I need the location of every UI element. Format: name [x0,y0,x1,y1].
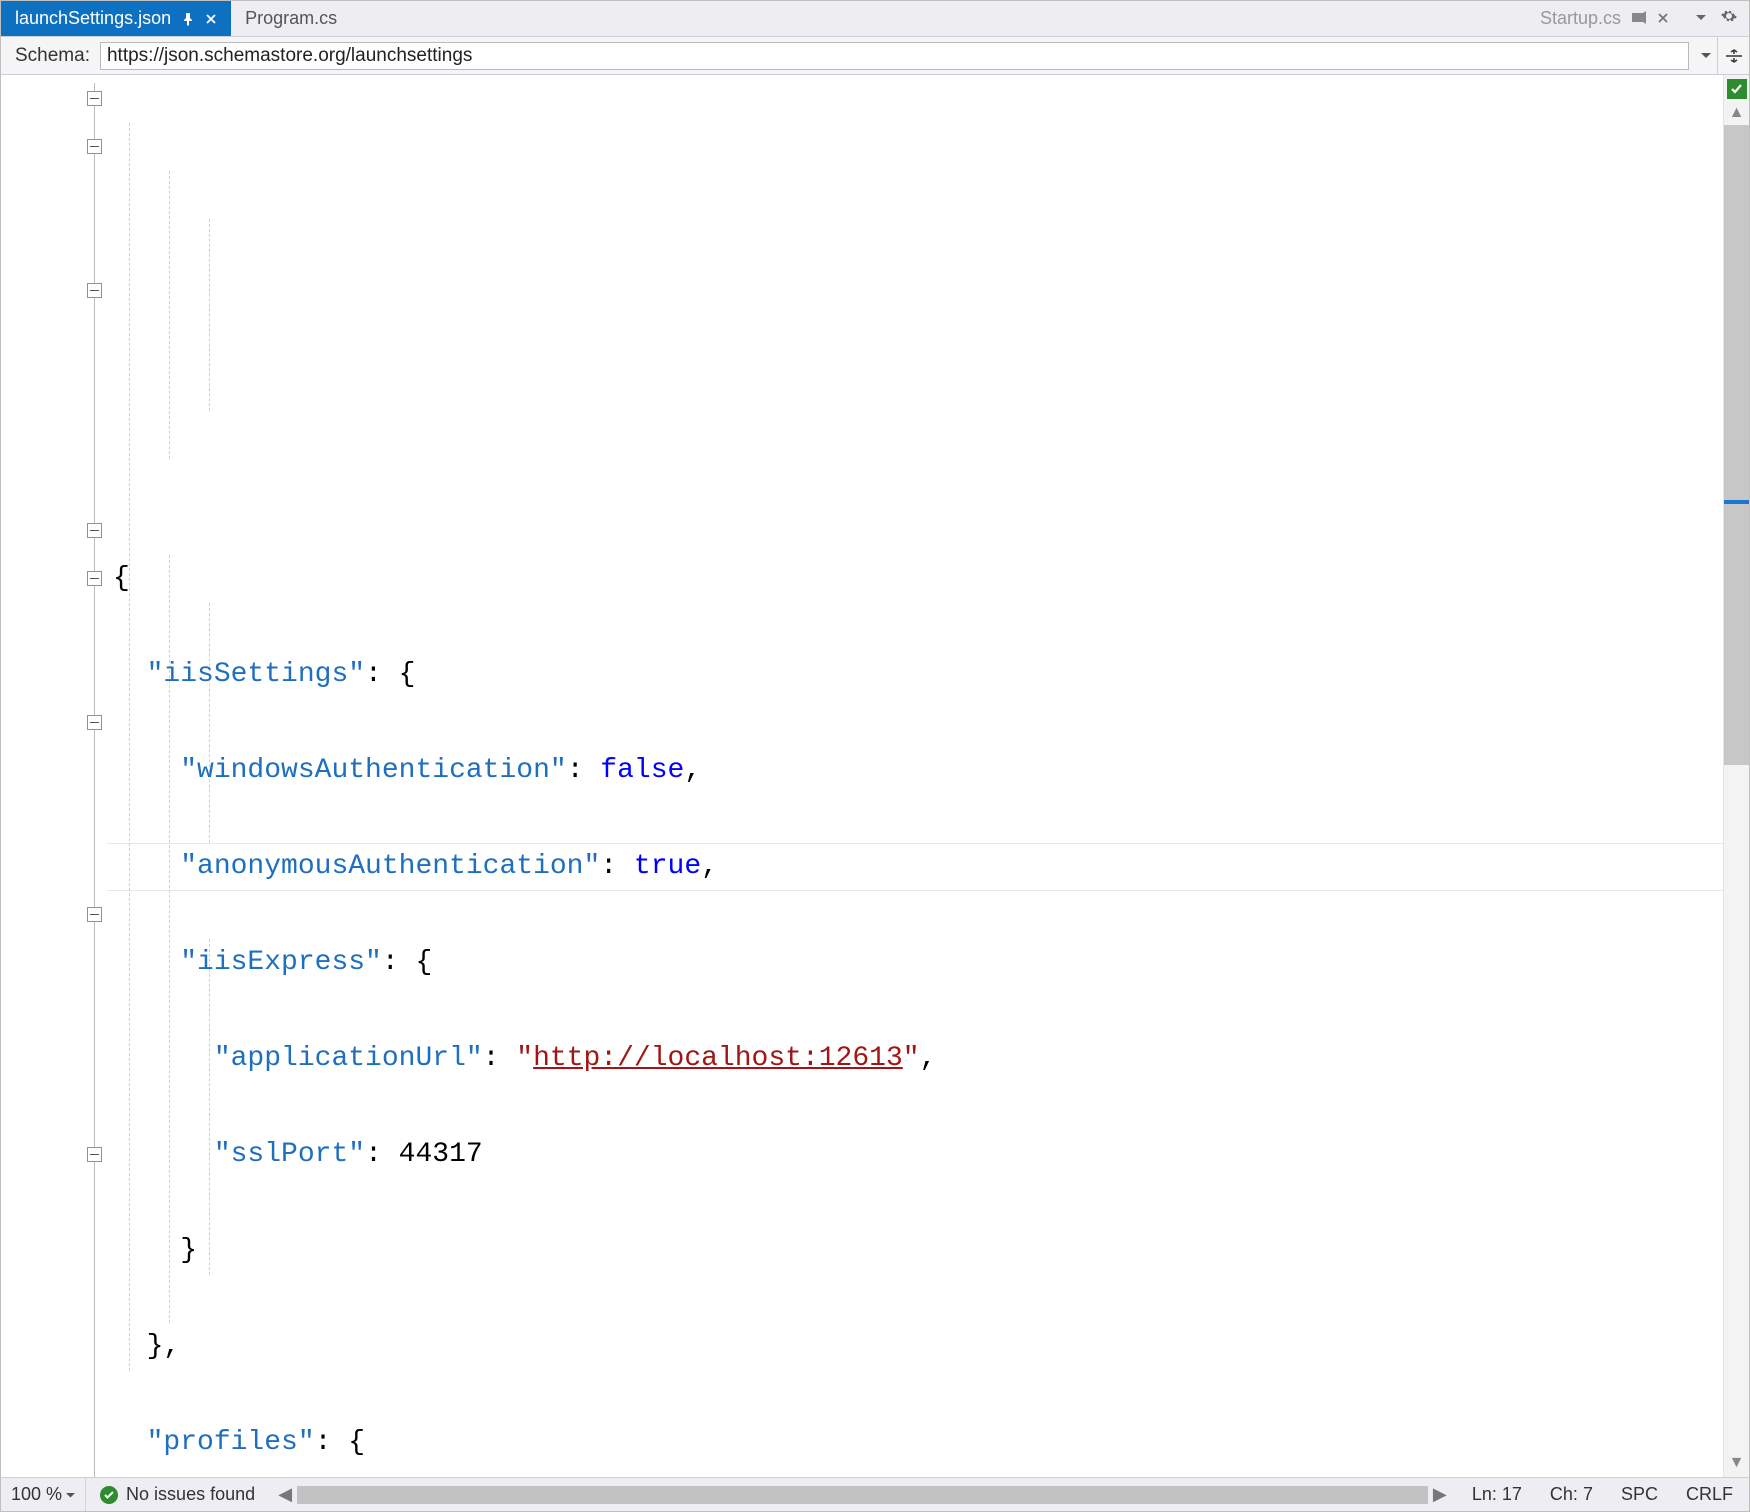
schema-bar: Schema: https://json.schemastore.org/lau… [1,37,1749,75]
horizontal-scrollbar[interactable]: ◀ ▶ [269,1485,1456,1505]
indent-mode[interactable]: SPC [1621,1484,1658,1505]
scroll-up-icon[interactable]: ▲ [1724,103,1749,123]
zoom-combo[interactable]: 100 % [1,1478,86,1511]
close-icon[interactable] [205,13,217,25]
schema-combo[interactable]: https://json.schemastore.org/launchsetti… [100,42,1689,70]
tab-strip: launchSettings.json Program.cs Startup.c… [1,1,1749,37]
tab-launchsettings[interactable]: launchSettings.json [1,1,231,36]
fold-toggle[interactable] [87,91,102,106]
col-indicator[interactable]: Ch: 7 [1550,1484,1593,1505]
fold-toggle[interactable] [87,571,102,586]
split-editor-icon[interactable] [1717,37,1749,74]
line-indicator[interactable]: Ln: 17 [1472,1484,1522,1505]
tab-preview-startup[interactable]: Startup.cs [1526,1,1683,36]
scroll-down-icon[interactable]: ▼ [1724,1453,1749,1473]
ok-indicator-icon [1727,79,1747,99]
tab-program[interactable]: Program.cs [231,1,351,36]
fold-toggle[interactable] [87,1147,102,1162]
chevron-down-icon[interactable] [1695,8,1707,29]
code-body[interactable]: { "iisSettings": { "windowsAuthenticatio… [107,75,1723,1477]
close-icon[interactable] [1657,8,1669,29]
fold-toggle[interactable] [87,523,102,538]
editor-window: launchSettings.json Program.cs Startup.c… [0,0,1750,1512]
tab-label: Program.cs [245,8,337,29]
chevron-down-icon[interactable] [1695,51,1717,61]
issues-status[interactable]: No issues found [86,1484,269,1505]
zoom-value: 100 % [11,1484,62,1505]
schema-label: Schema: [1,45,100,67]
overview-ruler[interactable]: ▲ ▼ [1723,75,1749,1477]
fold-toggle[interactable] [87,283,102,298]
gear-icon[interactable] [1721,8,1737,29]
fold-toggle[interactable] [87,907,102,922]
code-editor[interactable]: { "iisSettings": { "windowsAuthenticatio… [1,75,1749,1477]
gutter [1,75,107,1477]
line-ending[interactable]: CRLF [1686,1484,1733,1505]
chevron-down-icon [66,1484,75,1505]
fold-toggle[interactable] [87,139,102,154]
preview-icon [1631,8,1647,29]
scroll-left-icon[interactable]: ◀ [275,1485,295,1505]
status-bar: 100 % No issues found ◀ ▶ Ln: 17 Ch: 7 S… [1,1477,1749,1511]
pin-icon[interactable] [181,12,195,26]
issues-text: No issues found [126,1484,255,1505]
tab-label: Startup.cs [1540,8,1621,29]
scroll-right-icon[interactable]: ▶ [1430,1485,1450,1505]
check-circle-icon [100,1486,118,1504]
fold-toggle[interactable] [87,715,102,730]
schema-value-text: https://json.schemastore.org/launchsetti… [107,45,472,67]
tab-label: launchSettings.json [15,8,171,29]
